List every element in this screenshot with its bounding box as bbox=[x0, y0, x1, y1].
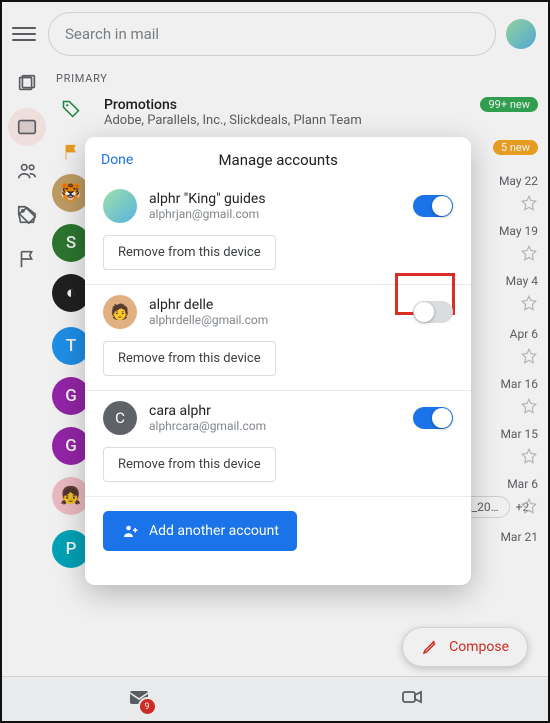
account-toggle[interactable] bbox=[413, 195, 453, 217]
bottom-nav: 9 bbox=[2, 676, 548, 721]
account-name: cara alphr bbox=[149, 403, 266, 419]
person-add-icon bbox=[121, 522, 139, 540]
tag-icon bbox=[52, 97, 90, 119]
mail-date: Mar 16 bbox=[500, 377, 538, 391]
remove-from-device-button[interactable]: Remove from this device bbox=[103, 235, 276, 270]
account-avatar bbox=[103, 189, 137, 223]
account-item: 🧑 alphr delle alphrdelle@gmail.com Remov… bbox=[85, 285, 471, 391]
meet-tab[interactable] bbox=[400, 685, 424, 713]
manage-accounts-dialog: Done Manage accounts alphr "King" guides… bbox=[85, 137, 471, 585]
primary-icon[interactable] bbox=[8, 108, 46, 146]
star-icon[interactable] bbox=[520, 294, 538, 312]
star-icon[interactable] bbox=[520, 497, 538, 515]
mail-date: Apr 6 bbox=[510, 327, 538, 341]
mail-date: Mar 21 bbox=[500, 530, 538, 544]
account-name: alphr "King" guides bbox=[149, 191, 266, 207]
account-avatar: C bbox=[103, 401, 137, 435]
star-icon[interactable] bbox=[520, 347, 538, 365]
dialog-title: Manage accounts bbox=[101, 151, 455, 169]
star-icon[interactable] bbox=[520, 397, 538, 415]
account-email: alphrjan@gmail.com bbox=[149, 207, 266, 221]
star-icon[interactable] bbox=[520, 447, 538, 465]
mail-date: Mar 15 bbox=[500, 427, 538, 441]
nav-rail bbox=[2, 64, 52, 673]
new-badge: 5 new bbox=[493, 140, 538, 155]
primary-label: PRIMARY bbox=[52, 64, 538, 91]
unread-badge: 9 bbox=[138, 697, 157, 716]
video-icon bbox=[400, 685, 424, 709]
category-subtitle: Adobe, Parallels, Inc., Slickdeals, Plan… bbox=[104, 113, 462, 128]
compose-button[interactable]: Compose bbox=[402, 627, 528, 667]
remove-from-device-button[interactable]: Remove from this device bbox=[103, 341, 276, 376]
search-input[interactable]: Search in mail bbox=[48, 12, 496, 56]
account-email: alphrdelle@gmail.com bbox=[149, 313, 268, 327]
menu-icon[interactable] bbox=[10, 22, 38, 46]
pencil-icon bbox=[421, 638, 439, 656]
category-promotions[interactable]: Promotions Adobe, Parallels, Inc., Slick… bbox=[52, 91, 538, 134]
flag-icon[interactable] bbox=[16, 248, 38, 270]
account-email: alphrcara@gmail.com bbox=[149, 419, 266, 433]
mail-date: Mar 6 bbox=[507, 477, 538, 491]
new-badge: 99+ new bbox=[480, 97, 538, 112]
mail-tab[interactable]: 9 bbox=[127, 685, 151, 713]
category-title: Promotions bbox=[104, 97, 462, 113]
account-toggle[interactable] bbox=[413, 301, 453, 323]
account-avatar: 🧑 bbox=[103, 295, 137, 329]
add-account-label: Add another account bbox=[149, 523, 279, 539]
add-another-account-button[interactable]: Add another account bbox=[103, 511, 297, 551]
remove-from-device-button[interactable]: Remove from this device bbox=[103, 447, 276, 482]
all-inboxes-icon[interactable] bbox=[16, 72, 38, 94]
mail-date: May 4 bbox=[506, 274, 538, 288]
star-icon[interactable] bbox=[520, 244, 538, 262]
social-icon[interactable] bbox=[16, 160, 38, 182]
star-icon[interactable] bbox=[520, 194, 538, 212]
account-toggle[interactable] bbox=[413, 407, 453, 429]
account-item: C cara alphr alphrcara@gmail.com Remove … bbox=[85, 391, 471, 497]
account-item: alphr "King" guides alphrjan@gmail.com R… bbox=[85, 179, 471, 285]
account-name: alphr delle bbox=[149, 297, 268, 313]
profile-avatar[interactable] bbox=[506, 19, 536, 49]
promotions-nav-icon[interactable] bbox=[16, 204, 38, 226]
compose-label: Compose bbox=[449, 639, 509, 655]
mail-date: May 22 bbox=[499, 174, 538, 188]
mail-date: May 19 bbox=[499, 224, 538, 238]
